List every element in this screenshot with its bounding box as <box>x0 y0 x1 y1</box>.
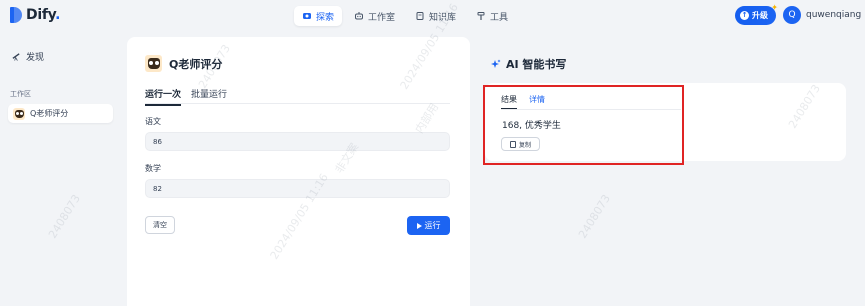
watermark-text: 2408073 <box>46 192 83 241</box>
run-panel: Q老师评分 运行一次 批量运行 语文 数学 清空 运行 <box>127 37 470 306</box>
watermark-text: 2408073 <box>576 192 613 241</box>
nav-explore[interactable]: 探索 <box>294 6 343 26</box>
user-menu[interactable]: Q quwenqiang <box>783 6 861 24</box>
sidebar-item-discover[interactable]: 发现 <box>12 50 44 63</box>
result-tabs-divider <box>501 109 681 110</box>
tab-details[interactable]: 详情 <box>529 94 545 110</box>
sidebar-item-app[interactable]: Q老师评分 <box>8 104 113 123</box>
username: quwenqiang <box>806 10 862 20</box>
top-bar: Dify. 探索 工作室 知识库 工具 ↑ 升级 ✦ Q quwenqiang <box>0 0 865 32</box>
sidebar-section-workspace: 工作区 <box>10 90 31 98</box>
telescope-icon <box>12 53 20 61</box>
nav-tools[interactable]: 工具 <box>468 6 516 26</box>
result-header: AI 智能书写 <box>491 56 566 72</box>
owl-app-icon <box>145 55 162 72</box>
nav-tools-label: 工具 <box>490 12 509 23</box>
sparkle-icon <box>491 59 501 68</box>
tabs-divider <box>145 103 450 104</box>
dify-logo-mark <box>10 7 22 23</box>
main-nav: 探索 工作室 知识库 工具 <box>294 6 516 26</box>
explore-icon <box>303 13 311 19</box>
upgrade-button[interactable]: ↑ 升级 ✦ <box>735 3 778 25</box>
math-score-input[interactable] <box>145 179 450 198</box>
app-header: Q老师评分 <box>145 55 222 72</box>
sidebar-discover-label: 发现 <box>26 53 45 63</box>
avatar: Q <box>783 6 801 24</box>
nav-explore-label: 探索 <box>316 12 335 23</box>
copy-icon <box>509 140 516 148</box>
brand-name: Dify. <box>26 7 61 23</box>
arrow-up-icon: ↑ <box>740 11 749 20</box>
nav-knowledge[interactable]: 知识库 <box>407 6 464 26</box>
copy-button[interactable]: 复制 <box>501 137 540 151</box>
upgrade-label: 升级 <box>752 11 768 20</box>
run-button[interactable]: 运行 <box>407 216 450 235</box>
dify-logo[interactable]: Dify. <box>10 7 60 23</box>
owl-app-icon <box>13 107 25 120</box>
run-button-label: 运行 <box>424 221 441 230</box>
chinese-score-input[interactable] <box>145 132 450 151</box>
field-label-math: 数学 <box>145 164 161 173</box>
field-label-chinese: 语文 <box>145 117 161 126</box>
copy-button-label: 复制 <box>518 141 531 149</box>
sparkle-icon: ✦ <box>771 3 778 12</box>
hammer-icon <box>477 12 485 20</box>
robot-icon <box>355 12 364 20</box>
result-tabs: 结果 详情 <box>501 94 545 110</box>
result-title: AI 智能书写 <box>506 58 567 71</box>
sidebar-app-label: Q老师评分 <box>30 109 69 118</box>
result-output: 168, 优秀学生 <box>502 121 561 131</box>
nav-knowledge-label: 知识库 <box>429 12 457 23</box>
result-card: 结果 详情 168, 优秀学生 复制 <box>485 83 846 161</box>
book-icon <box>416 12 424 20</box>
play-icon <box>416 222 422 229</box>
app-title: Q老师评分 <box>169 57 223 71</box>
nav-studio[interactable]: 工作室 <box>346 6 403 26</box>
tab-result[interactable]: 结果 <box>501 94 517 110</box>
clear-button[interactable]: 清空 <box>145 216 175 234</box>
nav-studio-label: 工作室 <box>368 12 396 23</box>
